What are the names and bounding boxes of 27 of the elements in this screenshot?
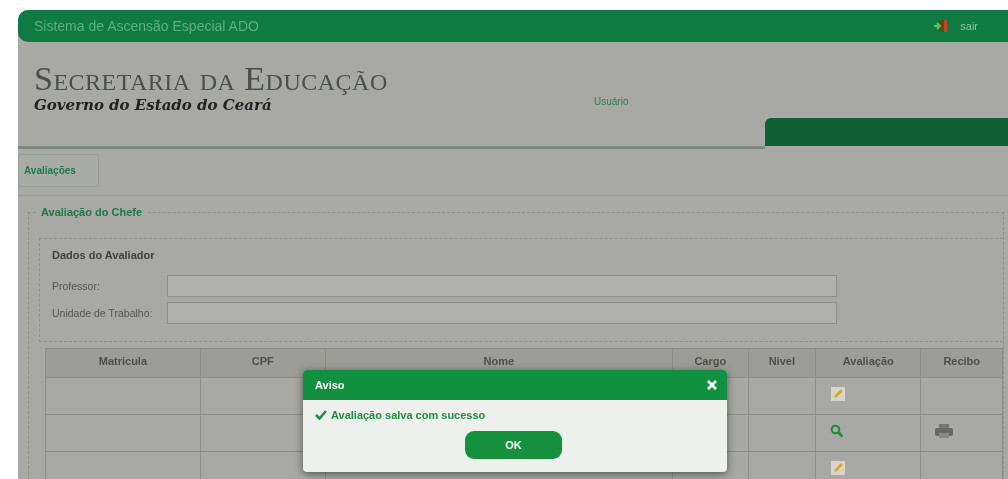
app-title: Sistema de Ascensão Especial ADO	[34, 18, 259, 34]
field-label: Professor:	[52, 280, 101, 292]
department-title: Secretaria da Educação	[34, 62, 389, 96]
exit-door-icon	[934, 19, 949, 33]
search-icon[interactable]	[830, 424, 845, 438]
check-icon	[315, 410, 327, 420]
field-label: Unidade de Trabalho:	[52, 307, 154, 319]
printer-icon[interactable]	[935, 424, 954, 438]
pencil-icon[interactable]	[830, 386, 847, 402]
pencil-icon[interactable]	[830, 460, 847, 476]
column-header: CPF	[200, 348, 326, 378]
user-label: Usuário	[594, 96, 629, 109]
government-subtitle: Governo do Estado do Ceará	[34, 96, 273, 114]
close-icon[interactable]	[707, 380, 717, 390]
column-header: Avaliação	[815, 348, 921, 378]
logout-link[interactable]: sair	[960, 20, 978, 32]
input-field[interactable]	[167, 302, 837, 324]
column-header: Matricula	[45, 348, 201, 378]
success-message: Avaliação salva com sucesso	[331, 409, 486, 421]
menu-button[interactable]: Avaliações	[18, 154, 99, 187]
dialog-title: Aviso	[315, 379, 345, 391]
column-header: Recibo	[920, 348, 1003, 378]
section-legend: Dados do Avaliador	[52, 249, 991, 261]
input-field[interactable]	[167, 275, 837, 297]
ok-button[interactable]: OK	[465, 431, 562, 459]
column-header: Nivel	[748, 348, 816, 378]
section-legend: Avaliação do Chefe	[37, 206, 147, 218]
